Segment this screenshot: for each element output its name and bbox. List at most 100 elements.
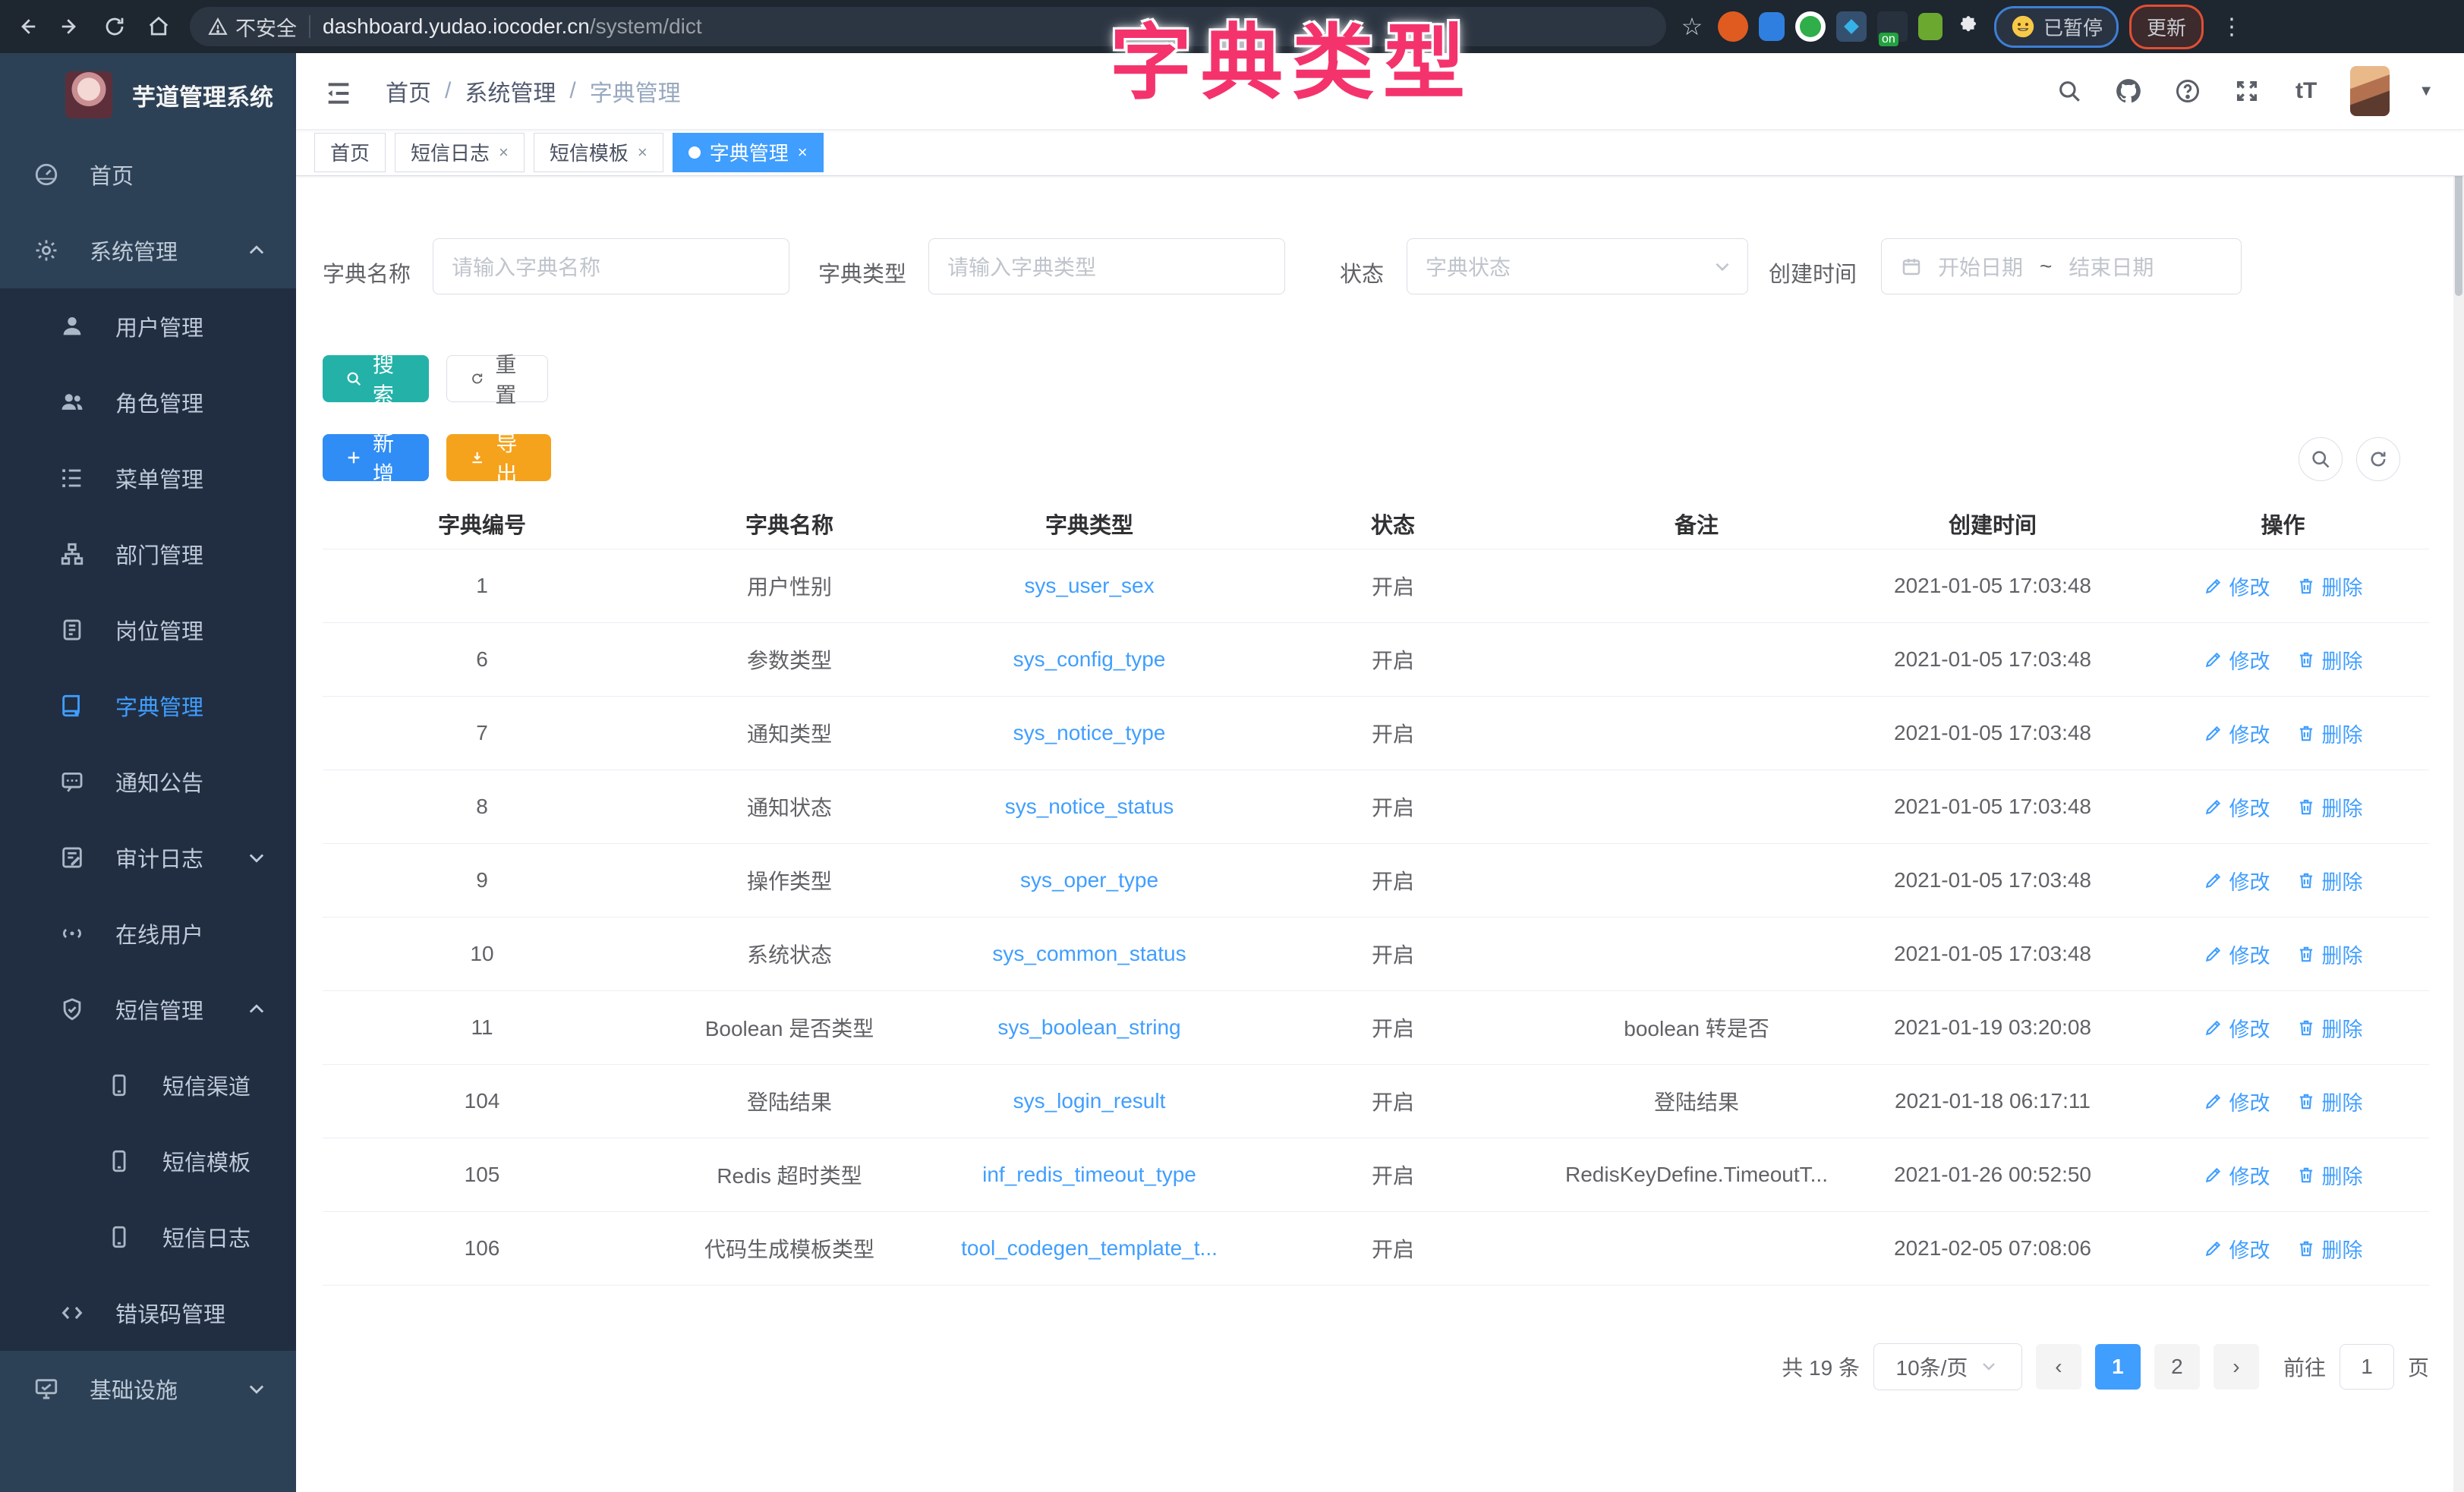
edit-button[interactable]: 修改	[2204, 1160, 2270, 1190]
sidebar-item-用户管理[interactable]: 用户管理	[0, 288, 296, 364]
breadcrumb-system[interactable]: 系统管理	[465, 74, 556, 108]
add-button[interactable]: 新增	[323, 434, 429, 481]
home-icon[interactable]	[141, 9, 176, 44]
delete-button[interactable]: 删除	[2296, 792, 2363, 822]
sidebar-item-基础设施[interactable]: 基础设施	[0, 1351, 296, 1427]
date-range-picker[interactable]: 开始日期 ~ 结束日期	[1881, 238, 2242, 294]
extension-icon[interactable]	[1718, 11, 1748, 42]
reset-button[interactable]: 重置	[446, 355, 548, 402]
sidebar-item-首页[interactable]: 首页	[0, 137, 296, 212]
cell-type[interactable]: tool_codegen_template_t...	[937, 1236, 1241, 1261]
tab-首页[interactable]: 首页	[314, 133, 386, 172]
next-page-button[interactable]: ›	[2214, 1344, 2259, 1390]
extension-icon[interactable]	[1795, 11, 1826, 42]
security-label[interactable]: 不安全	[235, 12, 297, 42]
table-search-icon[interactable]	[2299, 437, 2343, 481]
close-icon[interactable]: ×	[499, 143, 509, 162]
bookmark-star-icon[interactable]: ☆	[1677, 11, 1707, 42]
github-icon[interactable]	[2113, 76, 2144, 106]
extension-icon[interactable]	[1836, 11, 1867, 42]
dict-type-input[interactable]: 请输入字典类型	[928, 238, 1285, 294]
export-button[interactable]: 导出	[446, 434, 551, 481]
edit-button[interactable]: 修改	[2204, 1013, 2270, 1043]
edit-button[interactable]: 修改	[2204, 645, 2270, 675]
delete-button[interactable]: 删除	[2296, 1234, 2363, 1264]
avatar-caret-icon[interactable]: ▼	[2418, 83, 2434, 100]
delete-button[interactable]: 删除	[2296, 940, 2363, 969]
extension-icon[interactable]: on	[1877, 11, 1908, 42]
delete-button[interactable]: 删除	[2296, 645, 2363, 675]
delete-button[interactable]: 删除	[2296, 866, 2363, 896]
cell-type[interactable]: sys_boolean_string	[937, 1015, 1241, 1040]
dict-name-input[interactable]: 请输入字典名称	[433, 238, 789, 294]
tab-字典管理[interactable]: 字典管理×	[673, 133, 824, 172]
extension-icon[interactable]	[1759, 12, 1785, 41]
sidebar-item-系统管理[interactable]: 系统管理	[0, 212, 296, 288]
page-scrollbar[interactable]	[2453, 53, 2464, 1492]
puzzle-extension-icon[interactable]	[1953, 11, 1983, 42]
prev-page-button[interactable]: ‹	[2036, 1344, 2081, 1390]
sidebar-item-短信渠道[interactable]: 短信渠道	[0, 1047, 296, 1123]
delete-button[interactable]: 删除	[2296, 571, 2363, 601]
cell-type[interactable]: sys_notice_status	[937, 795, 1241, 819]
date-start-input[interactable]: 开始日期	[1938, 251, 2023, 282]
cell-type[interactable]: sys_login_result	[937, 1089, 1241, 1113]
sidebar-item-短信管理[interactable]: 短信管理	[0, 971, 296, 1047]
edit-button[interactable]: 修改	[2204, 1087, 2270, 1116]
close-icon[interactable]: ×	[798, 143, 808, 162]
table-refresh-icon[interactable]	[2356, 437, 2400, 481]
help-icon[interactable]	[2173, 76, 2203, 106]
cell-type[interactable]: sys_config_type	[937, 647, 1241, 672]
edit-button[interactable]: 修改	[2204, 719, 2270, 748]
hamburger-icon[interactable]	[323, 78, 354, 104]
sidebar-item-短信模板[interactable]: 短信模板	[0, 1123, 296, 1199]
reload-icon[interactable]	[97, 9, 132, 44]
sidebar-item-字典管理[interactable]: 字典管理	[0, 668, 296, 744]
sidebar-item-审计日志[interactable]: 审计日志	[0, 820, 296, 896]
tab-短信日志[interactable]: 短信日志×	[395, 133, 525, 172]
url-bar[interactable]: 不安全 dashboard.yudao.iocoder.cn/system/di…	[190, 7, 1666, 46]
forward-icon[interactable]	[53, 9, 88, 44]
edit-button[interactable]: 修改	[2204, 1234, 2270, 1264]
sidebar-item-短信日志[interactable]: 短信日志	[0, 1199, 296, 1275]
sidebar-item-角色管理[interactable]: 角色管理	[0, 364, 296, 440]
sidebar-item-岗位管理[interactable]: 岗位管理	[0, 592, 296, 668]
fullscreen-icon[interactable]	[2232, 76, 2262, 106]
cell-type[interactable]: sys_notice_type	[937, 721, 1241, 745]
edit-button[interactable]: 修改	[2204, 940, 2270, 969]
close-icon[interactable]: ×	[638, 143, 648, 162]
sidebar-item-错误码管理[interactable]: 错误码管理	[0, 1275, 296, 1351]
date-end-input[interactable]: 结束日期	[2069, 251, 2154, 282]
edit-button[interactable]: 修改	[2204, 866, 2270, 896]
delete-button[interactable]: 删除	[2296, 1013, 2363, 1043]
font-size-icon[interactable]: tT	[2291, 76, 2321, 106]
cell-type[interactable]: sys_oper_type	[937, 868, 1241, 892]
cell-type[interactable]: sys_common_status	[937, 942, 1241, 966]
breadcrumb-home[interactable]: 首页	[386, 74, 431, 108]
edit-button[interactable]: 修改	[2204, 571, 2270, 601]
delete-button[interactable]: 删除	[2296, 1087, 2363, 1116]
tab-短信模板[interactable]: 短信模板×	[534, 133, 663, 172]
search-icon[interactable]	[2054, 76, 2084, 106]
edit-button[interactable]: 修改	[2204, 792, 2270, 822]
browser-menu-icon[interactable]: ⋮	[2220, 14, 2243, 40]
app-logo-row[interactable]: 芋道管理系统	[0, 53, 296, 137]
sidebar-item-在线用户[interactable]: 在线用户	[0, 896, 296, 971]
cell-type[interactable]: sys_user_sex	[937, 574, 1241, 598]
paused-profile-badge[interactable]: 已暂停	[1994, 6, 2119, 48]
search-button[interactable]: 搜索	[323, 355, 429, 402]
sidebar-item-菜单管理[interactable]: 菜单管理	[0, 440, 296, 516]
status-select[interactable]: 字典状态	[1407, 238, 1748, 294]
page-size-select[interactable]: 10条/页	[1873, 1343, 2022, 1390]
back-icon[interactable]	[9, 9, 44, 44]
sidebar-item-部门管理[interactable]: 部门管理	[0, 516, 296, 592]
user-avatar[interactable]	[2350, 66, 2390, 116]
page-button-2[interactable]: 2	[2154, 1344, 2200, 1390]
goto-page-input[interactable]: 1	[2340, 1344, 2394, 1390]
sidebar-item-通知公告[interactable]: 通知公告	[0, 744, 296, 820]
delete-button[interactable]: 删除	[2296, 1160, 2363, 1190]
update-button[interactable]: 更新	[2129, 5, 2204, 49]
page-button-1[interactable]: 1	[2095, 1344, 2141, 1390]
cell-type[interactable]: inf_redis_timeout_type	[937, 1163, 1241, 1187]
extension-icon[interactable]	[1918, 13, 1943, 40]
